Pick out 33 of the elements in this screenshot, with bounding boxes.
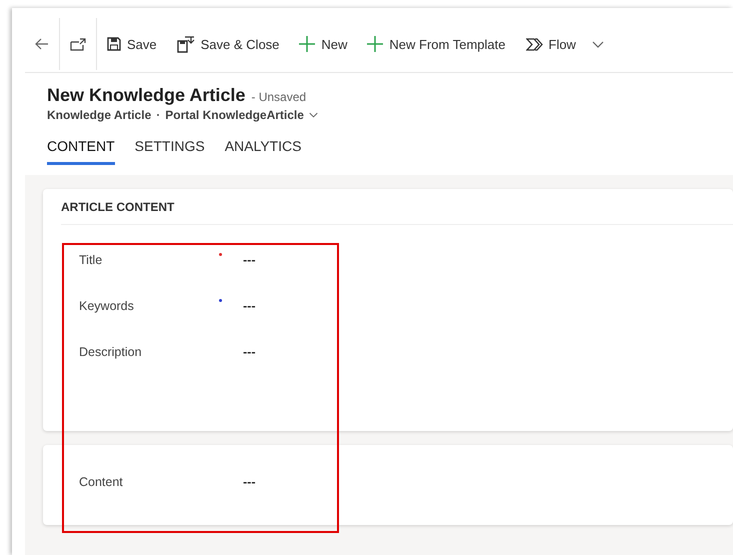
plus-icon	[299, 36, 316, 52]
tab[interactable]: CONTENT	[47, 138, 115, 165]
popout-icon	[70, 38, 86, 50]
toolbar-button[interactable]: Save	[97, 24, 167, 64]
back-arrow-icon	[35, 38, 49, 50]
field-label: Keywords	[79, 299, 135, 313]
toolbar-button[interactable]: Save & Close	[166, 24, 290, 64]
save-icon	[107, 37, 121, 51]
field-value[interactable]: ---	[243, 299, 256, 313]
flow-icon	[526, 38, 542, 50]
field-value[interactable]: ---	[243, 475, 256, 489]
chevron-down-icon	[592, 40, 604, 48]
field-label: Content	[79, 475, 124, 489]
chevron-down-icon	[308, 112, 318, 118]
record-title: New Knowledge Article	[47, 85, 246, 106]
save-status: - Unsaved	[251, 90, 306, 104]
entity-name: Knowledge Article	[47, 108, 152, 122]
form-selector[interactable]: Portal KnowledgeArticle	[165, 108, 318, 122]
field-label: Title	[79, 253, 104, 267]
separator-dot	[157, 114, 160, 116]
toolbar-button[interactable]: New	[289, 24, 358, 64]
flow-button[interactable]: Flow	[516, 24, 586, 64]
field-value[interactable]: ---	[243, 345, 256, 359]
section-heading: ARTICLE CONTENT	[61, 189, 733, 225]
field-label: Description	[79, 345, 143, 359]
recommended-marker	[219, 299, 222, 302]
required-marker	[219, 253, 222, 256]
tab[interactable]: ANALYTICS	[224, 138, 302, 165]
field-value[interactable]: ---	[243, 253, 256, 267]
save-close-icon	[176, 36, 195, 52]
toolbar-button[interactable]: New From Template	[357, 24, 516, 64]
plus-icon	[367, 36, 384, 52]
tab[interactable]: SETTINGS	[134, 138, 205, 165]
